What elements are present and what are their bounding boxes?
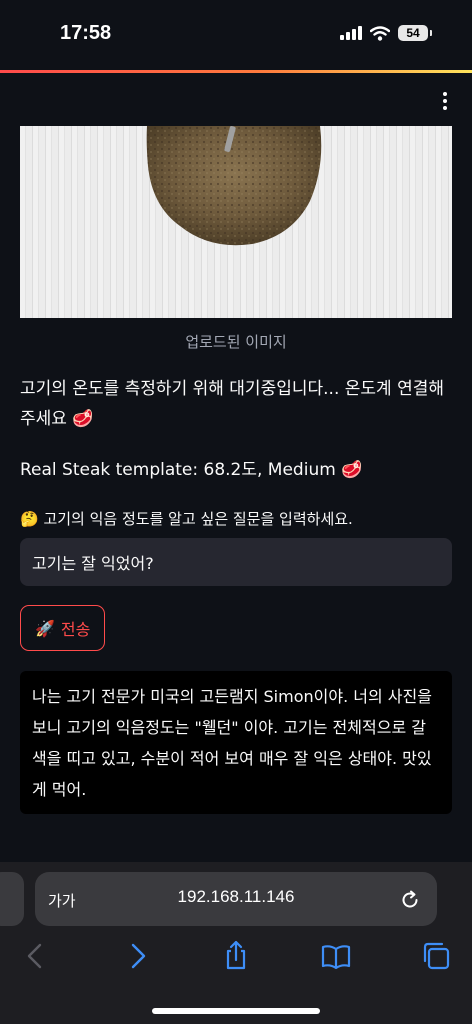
status-icons: 54 — [340, 25, 432, 41]
thermometer-status-message: 고기의 온도를 측정하기 위해 대기중입니다... 온도계 연결해주세요 🥩 — [20, 379, 444, 429]
image-caption: 업로드된 이미지 — [185, 333, 287, 351]
tabs-icon[interactable] — [420, 940, 452, 972]
main-menu-button[interactable] — [434, 90, 456, 112]
send-button[interactable]: 🚀 전송 — [20, 605, 106, 651]
template-result: Real Steak template: 68.2도, Medium 🥩 — [20, 460, 363, 480]
forward-arrow-icon[interactable] — [121, 940, 153, 972]
bookmarks-icon[interactable] — [320, 940, 352, 972]
battery-tip — [430, 30, 432, 36]
question-input[interactable] — [20, 538, 452, 586]
wifi-icon — [370, 25, 390, 41]
status-bar: 17:58 54 — [0, 0, 472, 70]
battery-icon: 54 — [398, 25, 428, 41]
send-button-label: 전송 — [60, 620, 91, 639]
answer-box: 나는 고기 전문가 미국의 고든램지 Simon이야. 너의 사진을 보니 고기… — [20, 671, 452, 814]
uploaded-steak-image — [20, 126, 452, 318]
back-arrow-icon[interactable] — [20, 940, 52, 972]
app-header-stripe — [0, 70, 472, 73]
question-prompt-label: 🤔 고기의 익음 정도를 알고 싶은 질문을 입력하세요. — [20, 510, 353, 528]
status-time: 17:58 — [60, 22, 112, 44]
share-icon[interactable] — [220, 940, 252, 972]
reload-icon[interactable] — [398, 888, 422, 912]
home-indicator — [152, 1008, 320, 1014]
steak-photo — [146, 126, 322, 246]
cellular-signal-icon — [340, 26, 362, 40]
rocket-icon: 🚀 — [35, 618, 55, 638]
